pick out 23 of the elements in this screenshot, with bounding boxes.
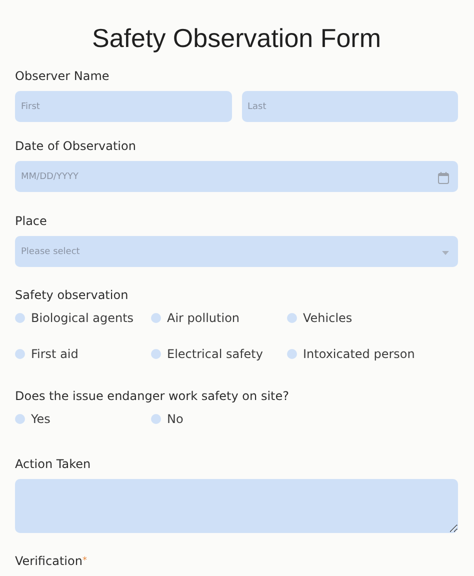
field-label: Date of Observation [15,138,137,154]
radio-option[interactable]: Intoxicated person [287,346,423,362]
radio-option[interactable]: Electrical safety [151,346,287,362]
calendar-icon[interactable] [438,172,449,184]
radio-option[interactable]: No [151,411,287,427]
radio-option[interactable]: Air pollution [151,310,287,326]
text-area[interactable] [15,479,458,533]
radio-option[interactable]: Yes [15,411,151,427]
field-label: Place [15,213,48,229]
field-label: Does the issue endanger work safety on site? [15,388,290,404]
date-field[interactable]: MM/DD/YYYY [15,161,458,192]
input-field[interactable]: First [15,91,232,122]
caret-icon [442,251,449,255]
radio-option[interactable]: Vehicles [287,310,423,326]
field-label: Safety observation [15,287,130,303]
select-field[interactable]: Please select [15,236,458,267]
field-label: Observer Name [15,68,110,84]
field-label: Verification* [15,553,88,569]
form-title: Safety Observation Form [91,22,382,54]
radio-option[interactable]: First aid [15,346,151,362]
radio-option[interactable]: Biological agents [15,310,151,326]
field-label: Action Taken [15,456,92,472]
input-field[interactable]: Last [242,91,458,122]
